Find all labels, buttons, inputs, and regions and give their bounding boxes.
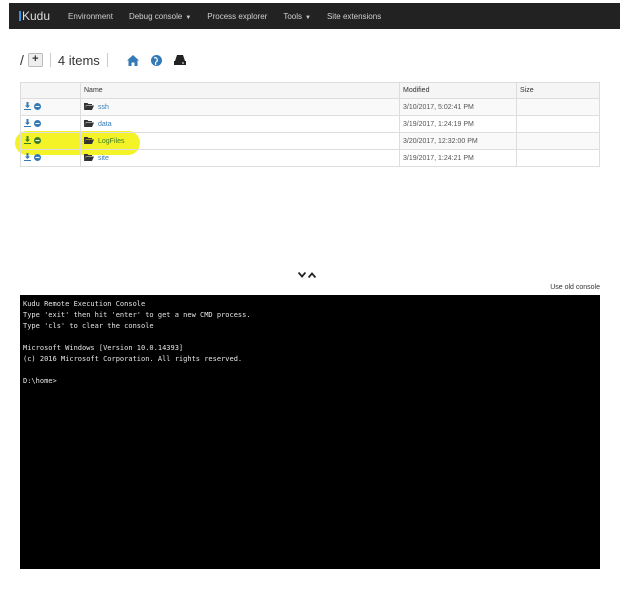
use-old-console-link[interactable]: Use old console	[550, 284, 600, 291]
header-actions	[20, 82, 81, 99]
hdd-icon[interactable]	[173, 55, 186, 65]
row-name: LogFiles	[80, 132, 400, 150]
console-terminal[interactable]: Kudu Remote Execution Console Type 'exit…	[20, 295, 600, 569]
nav-process-explorer[interactable]: Process explorer	[207, 12, 267, 21]
header-size[interactable]: Size	[516, 82, 600, 99]
delete-icon[interactable]	[34, 102, 41, 112]
caret-down-icon: ▼	[305, 14, 311, 21]
nav-environment[interactable]: Environment	[68, 12, 113, 21]
file-table: Name Modified Size ssh 3/10/2017, 5:02:4…	[20, 82, 600, 167]
chevron-down-icon[interactable]	[297, 265, 307, 283]
chevron-up-icon[interactable]	[307, 265, 317, 283]
console-line: Type 'cls' to clear the console	[23, 322, 154, 330]
caret-down-icon: ▼	[185, 14, 192, 21]
divider	[106, 53, 108, 67]
folder-link[interactable]: ssh	[98, 104, 109, 111]
delete-icon[interactable]	[34, 119, 41, 129]
current-path[interactable]: /	[20, 52, 24, 68]
download-icon[interactable]	[24, 136, 31, 146]
folder-open-icon	[84, 102, 94, 112]
row-modified: 3/20/2017, 12:32:00 PM	[399, 132, 517, 150]
globe-icon[interactable]	[150, 54, 162, 66]
top-navbar: Kudu Environment Debug console ▼ Process …	[9, 3, 620, 29]
row-actions	[20, 98, 81, 116]
brand-label: Kudu	[22, 9, 51, 23]
nav-tools-label: Tools	[283, 11, 302, 21]
table-row: LogFiles 3/20/2017, 12:32:00 PM	[20, 132, 600, 150]
table-row: data 3/19/2017, 1:24:19 PM	[20, 115, 600, 133]
download-icon[interactable]	[24, 102, 31, 112]
folder-open-icon	[84, 136, 94, 146]
folder-open-icon	[84, 119, 94, 129]
folder-link[interactable]: site	[98, 155, 109, 162]
download-icon[interactable]	[24, 153, 31, 163]
row-name: data	[80, 115, 400, 133]
console-line: Type 'exit' then hit 'enter' to get a ne…	[23, 311, 251, 319]
row-actions	[20, 132, 81, 150]
folder-link[interactable]: data	[98, 121, 112, 128]
row-actions	[20, 115, 81, 133]
console-line: Kudu Remote Execution Console	[23, 300, 146, 308]
file-toolbar: / + 4 items	[20, 50, 186, 70]
console-line: (c) 2016 Microsoft Corporation. All righ…	[23, 355, 243, 363]
row-modified: 3/19/2017, 1:24:19 PM	[399, 115, 517, 133]
item-count: 4 items	[57, 52, 100, 68]
row-size	[516, 115, 600, 133]
delete-icon[interactable]	[34, 153, 41, 163]
row-modified: 3/10/2017, 5:02:41 PM	[399, 98, 517, 116]
divider	[49, 53, 51, 67]
row-size	[516, 132, 600, 150]
row-modified: 3/19/2017, 1:24:21 PM	[399, 149, 517, 167]
folder-open-icon	[84, 153, 94, 163]
folder-link[interactable]: LogFiles	[98, 138, 124, 145]
row-name: site	[80, 149, 400, 167]
home-icon[interactable]	[126, 54, 139, 66]
brand-logo[interactable]: Kudu	[19, 9, 50, 23]
row-size	[516, 149, 600, 167]
resize-toggle	[297, 265, 317, 283]
console-prompt[interactable]: D:\home>	[23, 376, 597, 387]
download-icon[interactable]	[24, 119, 31, 129]
nav-site-extensions[interactable]: Site extensions	[327, 12, 381, 21]
table-row: site 3/19/2017, 1:24:21 PM	[20, 149, 600, 167]
nav-debug-console-label: Debug console	[128, 11, 183, 21]
header-modified[interactable]: Modified	[399, 82, 517, 99]
row-size	[516, 98, 600, 116]
table-row: ssh 3/10/2017, 5:02:41 PM	[20, 98, 600, 116]
delete-icon[interactable]	[34, 136, 41, 146]
row-name: ssh	[80, 98, 400, 116]
row-actions	[20, 149, 81, 167]
kudu-logo-icon	[19, 11, 21, 21]
nav-tools[interactable]: Tools ▼	[283, 12, 311, 21]
console-line: Microsoft Windows [Version 10.0.14393]	[23, 344, 184, 352]
table-header-row: Name Modified Size	[20, 82, 600, 99]
header-name[interactable]: Name	[80, 82, 400, 99]
nav-debug-console[interactable]: Debug console ▼	[129, 12, 191, 21]
add-item-button[interactable]: +	[27, 53, 43, 67]
